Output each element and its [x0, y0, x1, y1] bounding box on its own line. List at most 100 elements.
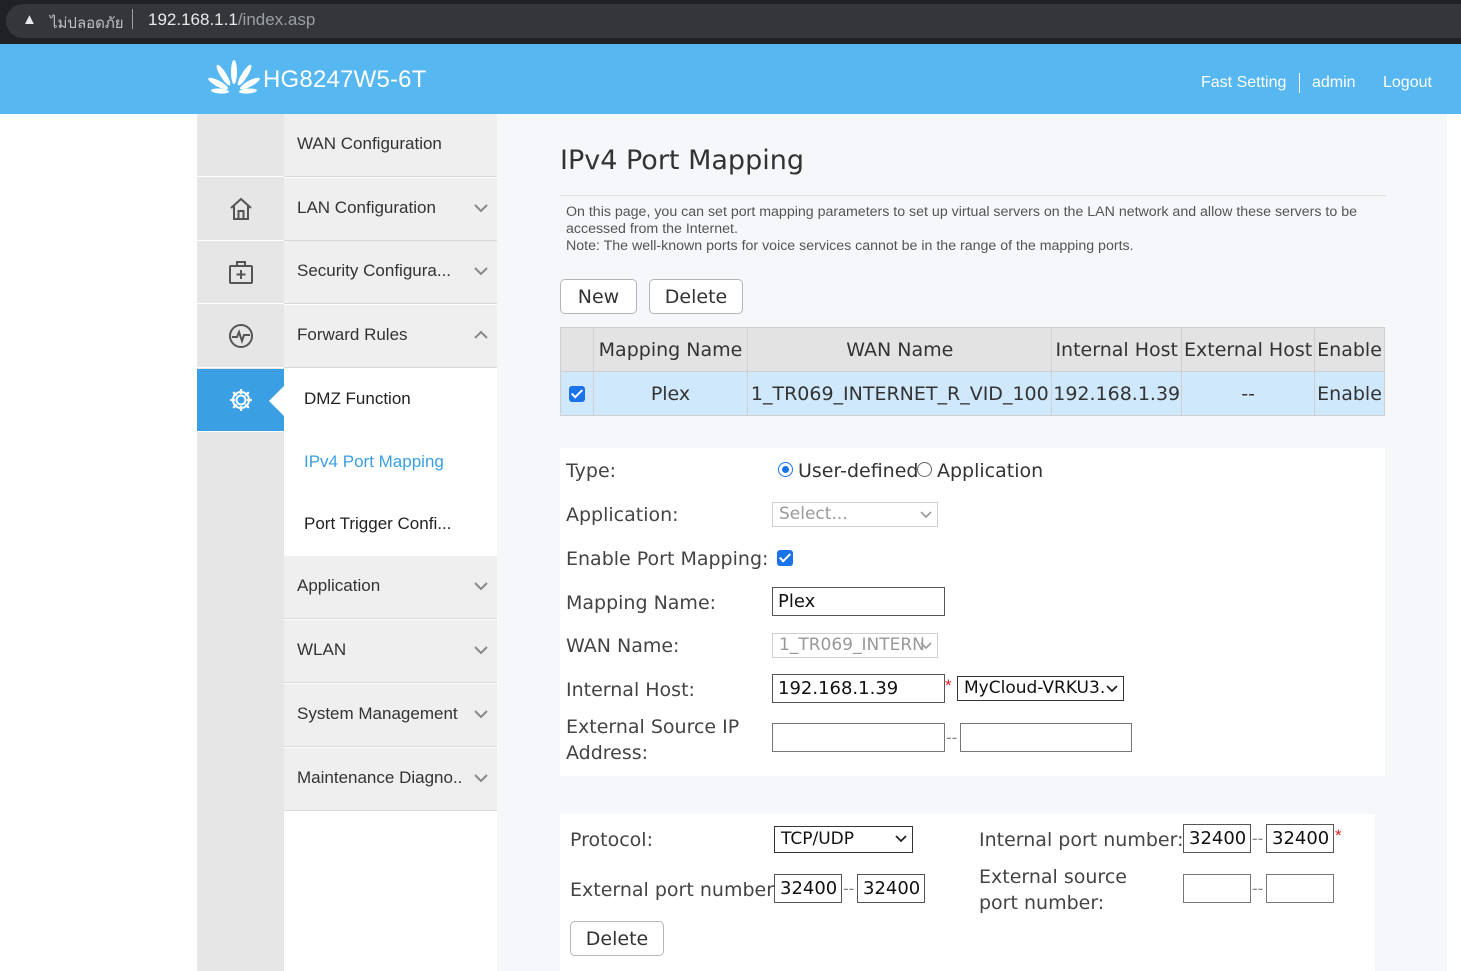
submenu-port-trigger[interactable]: Port Trigger Confi...: [284, 494, 497, 557]
menu-system-management[interactable]: System Management: [284, 684, 497, 747]
select-column-header: [560, 327, 594, 372]
type-user-defined-label[interactable]: User-defined: [798, 460, 918, 482]
wan-name-select-value: 1_TR069_INTERN: [779, 635, 925, 655]
header-divider: [1299, 73, 1300, 93]
row-select-cell[interactable]: [560, 371, 594, 416]
range-separator: --: [843, 879, 855, 898]
menu-label: WLAN: [297, 640, 347, 659]
delete-port-button[interactable]: Delete: [570, 921, 664, 956]
blank-cell: [197, 114, 284, 177]
table-cell: Plex: [592, 371, 749, 416]
menu-label: System Management: [297, 704, 458, 723]
external-source-port-start-input[interactable]: [1183, 874, 1251, 903]
menu-label: WAN Configuration: [297, 134, 442, 153]
fast-setting-link[interactable]: Fast Setting: [1201, 74, 1286, 92]
table-cell: 192.168.1.39: [1051, 371, 1183, 416]
chevron-up-icon: [474, 330, 488, 339]
submenu-dmz-function[interactable]: DMZ Function: [284, 369, 497, 432]
internal-host-device-select[interactable]: MyCloud-VRKU3.: [957, 676, 1124, 701]
menu-wlan[interactable]: WLAN: [284, 620, 497, 683]
delete-button[interactable]: Delete: [649, 279, 743, 314]
chevron-down-icon: [474, 582, 488, 591]
row-checkbox[interactable]: [568, 386, 585, 402]
external-source-ip-label: External Source IP Address:: [566, 716, 740, 764]
title-divider: [560, 195, 1386, 196]
note-text: Note: The well-known ports for voice ser…: [566, 238, 1134, 254]
chevron-down-icon: [474, 774, 488, 783]
external-port-label: External port number:: [570, 879, 781, 901]
wan-name-select[interactable]: 1_TR069_INTERN: [772, 633, 938, 658]
protocol-select[interactable]: TCP/UDP: [774, 826, 913, 853]
submenu-ipv4-port-mapping[interactable]: IPv4 Port Mapping: [284, 432, 497, 495]
wan-name-label: WAN Name:: [566, 635, 680, 657]
chevron-down-icon: [920, 642, 932, 650]
application-label: Application:: [566, 504, 679, 526]
chevron-down-icon: [920, 511, 932, 519]
new-button[interactable]: New: [560, 279, 637, 314]
table-row[interactable]: Plex 1_TR069_INTERNET_R_VID_100 192.168.…: [560, 371, 1385, 416]
menu-label: Maintenance Diagno..: [297, 768, 463, 787]
table-cell: 1_TR069_INTERNET_R_VID_100: [747, 371, 1053, 416]
menu-label: Security Configura...: [297, 261, 452, 280]
required-mark: *: [945, 676, 952, 695]
device-select-value: MyCloud-VRKU3.: [964, 678, 1106, 698]
home-nav[interactable]: [197, 178, 284, 241]
warning-icon[interactable]: ▲: [22, 11, 37, 28]
external-port-start-input[interactable]: 32400: [774, 874, 842, 903]
huawei-logo-icon: [208, 60, 260, 94]
tools-nav[interactable]: [197, 241, 284, 304]
column-header: Internal Host: [1051, 327, 1183, 372]
menu-application[interactable]: Application: [284, 556, 497, 619]
range-separator: --: [1252, 829, 1264, 848]
enable-port-mapping-checkbox[interactable]: [777, 550, 793, 566]
url-path: /index.asp: [237, 10, 316, 29]
internal-host-label: Internal Host:: [566, 679, 695, 701]
chevron-down-icon: [895, 835, 907, 843]
application-select-value: Select...: [779, 504, 848, 524]
external-source-ip-start-input[interactable]: [772, 723, 945, 752]
internal-host-input[interactable]: 192.168.1.39: [772, 674, 945, 703]
page-description: On this page, you can set port mapping p…: [566, 204, 1391, 255]
page-title: IPv4 Port Mapping: [560, 145, 804, 176]
first-aid-icon: [228, 261, 253, 284]
menu-maintenance-diagnosis[interactable]: Maintenance Diagno..: [284, 748, 497, 811]
column-header: WAN Name: [747, 327, 1053, 372]
mapping-form: Type: User-defined Application Applicati…: [560, 448, 1385, 776]
menu-label: Forward Rules: [297, 325, 408, 344]
description-text: On this page, you can set port mapping p…: [566, 204, 1357, 237]
application-select[interactable]: Select...: [772, 502, 938, 527]
column-header: Enable: [1314, 327, 1385, 372]
mapping-name-label: Mapping Name:: [566, 592, 717, 614]
table-cell: Enable: [1314, 371, 1385, 416]
url-text[interactable]: 192.168.1.1/index.asp: [148, 10, 315, 30]
table-cell: --: [1181, 371, 1316, 416]
external-port-end-input[interactable]: 32400: [857, 874, 925, 903]
insecure-label[interactable]: ไม่ปลอดภัย: [50, 11, 124, 35]
external-source-ip-end-input[interactable]: [960, 723, 1132, 752]
type-application-label[interactable]: Application: [937, 460, 1043, 482]
protocol-select-value: TCP/UDP: [781, 829, 855, 849]
menu-lan-configuration[interactable]: LAN Configuration: [284, 178, 497, 241]
admin-link[interactable]: admin: [1312, 74, 1356, 92]
range-separator: --: [946, 728, 958, 747]
type-application-radio[interactable]: [917, 462, 932, 477]
port-settings-form: Protocol: TCP/UDP Internal port number: …: [560, 814, 1375, 971]
internal-port-end-input[interactable]: 32400: [1266, 824, 1334, 853]
menu-security-configuration[interactable]: Security Configura...: [284, 241, 497, 304]
gear-icon: [229, 389, 252, 411]
type-user-defined-radio[interactable]: [778, 462, 793, 477]
port-mapping-table: Mapping Name WAN Name Internal Host Exte…: [560, 327, 1385, 416]
chevron-down-icon: [474, 710, 488, 719]
enable-port-mapping-label: Enable Port Mapping:: [566, 548, 769, 570]
menu-label: LAN Configuration: [297, 198, 436, 217]
mapping-name-input[interactable]: Plex: [772, 587, 945, 616]
main-content: IPv4 Port Mapping On this page, you can …: [497, 114, 1447, 971]
column-header: Mapping Name: [592, 327, 749, 372]
menu-forward-rules[interactable]: Forward Rules: [284, 305, 497, 368]
menu-wan-configuration[interactable]: WAN Configuration: [284, 114, 497, 177]
logout-link[interactable]: Logout: [1383, 74, 1432, 92]
internal-port-start-input[interactable]: 32400: [1183, 824, 1251, 853]
diagnose-nav[interactable]: [197, 305, 284, 368]
external-source-port-end-input[interactable]: [1266, 874, 1334, 903]
column-header: External Host: [1181, 327, 1316, 372]
